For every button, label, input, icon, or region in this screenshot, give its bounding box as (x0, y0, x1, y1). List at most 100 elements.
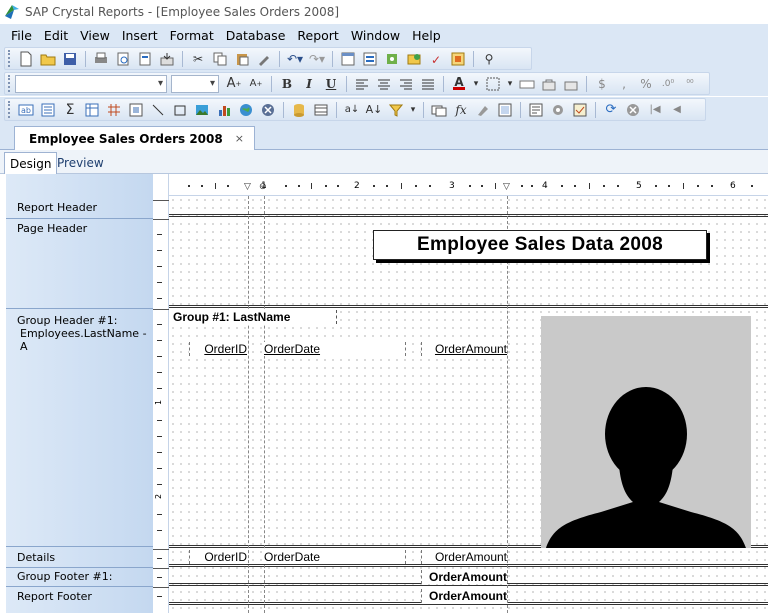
undo-icon[interactable]: ↶▾ (286, 50, 304, 68)
section-group-header[interactable]: Group Header #1: Employees.LastName - A (6, 309, 153, 547)
copy-icon[interactable] (211, 50, 229, 68)
save-icon[interactable] (61, 50, 79, 68)
menu-help[interactable]: Help (406, 28, 447, 43)
chevron-down-icon[interactable]: ▾ (472, 75, 480, 93)
italic-button[interactable]: I (300, 75, 318, 93)
first-page-icon[interactable]: |◀ (646, 101, 664, 119)
workbench-icon[interactable] (449, 50, 467, 68)
insert-text-object-icon[interactable]: ab (17, 101, 35, 119)
percent-button[interactable]: % (637, 75, 655, 93)
employee-photo[interactable] (541, 316, 751, 548)
template-expert-icon[interactable] (430, 101, 448, 119)
preview-icon[interactable] (114, 50, 132, 68)
menu-file[interactable]: File (5, 28, 38, 43)
section-details[interactable]: Details (6, 549, 153, 568)
group-name-field[interactable]: Group #1: LastName (171, 310, 337, 324)
align-left-icon[interactable] (353, 75, 371, 93)
open-icon[interactable] (39, 50, 57, 68)
check-report-icon[interactable] (571, 101, 589, 119)
menu-insert[interactable]: Insert (116, 28, 164, 43)
group-footer-order-amount-sum[interactable]: OrderAmount (421, 570, 507, 584)
font-color-button[interactable]: A (450, 75, 468, 93)
dependency-checker-icon[interactable]: ✓ (427, 50, 445, 68)
formula-workshop-icon[interactable]: fx (452, 101, 470, 119)
document-tab[interactable]: Employee Sales Orders 2008 × (14, 126, 255, 150)
section-group-footer[interactable]: Group Footer #1: (6, 568, 153, 587)
thousands-button[interactable]: , (615, 75, 633, 93)
menu-edit[interactable]: Edit (38, 28, 74, 43)
guide-marker-icon[interactable]: ▽ (503, 182, 510, 192)
chevron-down-icon[interactable]: ▾ (409, 101, 417, 119)
highlighting-expert-icon[interactable] (474, 101, 492, 119)
col-header-order-date[interactable]: OrderDate (264, 342, 406, 356)
col-header-order-id[interactable]: OrderID (189, 342, 247, 356)
design-canvas[interactable]: Employee Sales Data 2008 Group #1: LastN… (169, 196, 768, 613)
toolbar-grip[interactable] (8, 101, 11, 118)
underline-button[interactable]: U (322, 75, 340, 93)
borders-icon[interactable] (484, 75, 502, 93)
close-icon[interactable]: × (235, 132, 244, 145)
report-title-box[interactable]: Employee Sales Data 2008 (373, 230, 707, 260)
menu-window[interactable]: Window (345, 28, 406, 43)
section-report-header[interactable]: Report Header (6, 200, 153, 219)
repository-explorer-icon[interactable] (405, 50, 423, 68)
detail-order-amount[interactable]: OrderAmount (421, 550, 507, 564)
section-expert-icon[interactable] (312, 101, 330, 119)
sort-expert-icon[interactable]: a↓ (343, 101, 361, 119)
insert-crosstab-icon[interactable] (83, 101, 101, 119)
report-footer-order-amount-sum[interactable]: OrderAmount (421, 589, 507, 603)
refresh-icon[interactable]: ⟳ (602, 101, 620, 119)
redo-icon[interactable]: ↷▾ (308, 50, 326, 68)
format-painter-icon[interactable] (255, 50, 273, 68)
section-report-footer[interactable]: Report Footer (6, 587, 153, 613)
previous-page-icon[interactable]: ◀ (668, 101, 686, 119)
menu-database[interactable]: Database (220, 28, 292, 43)
band-separator[interactable] (169, 564, 768, 567)
paste-icon[interactable] (233, 50, 251, 68)
insert-map-icon[interactable] (237, 101, 255, 119)
align-right-icon[interactable] (397, 75, 415, 93)
report-explorer-icon[interactable] (383, 50, 401, 68)
insert-subreport-icon[interactable] (127, 101, 145, 119)
guide-marker-icon[interactable]: ▽ (244, 182, 251, 192)
cut-icon[interactable]: ✂ (189, 50, 207, 68)
insert-box-icon[interactable] (171, 101, 189, 119)
report-options-icon[interactable] (527, 101, 545, 119)
insert-group-icon[interactable] (39, 101, 57, 119)
bold-button[interactable]: B (278, 75, 296, 93)
toolbar-grip[interactable] (8, 50, 11, 67)
lock-size-icon[interactable] (562, 75, 580, 93)
band-separator[interactable] (169, 305, 768, 308)
insert-flash-icon[interactable] (259, 101, 277, 119)
section-page-header[interactable]: Page Header (6, 219, 153, 309)
currency-button[interactable]: $ (593, 75, 611, 93)
stop-icon[interactable] (624, 101, 642, 119)
grow-font-button[interactable]: A + (225, 75, 243, 93)
find-icon[interactable]: ⚲ (480, 50, 498, 68)
justify-icon[interactable] (419, 75, 437, 93)
menu-report[interactable]: Report (291, 28, 344, 43)
field-explorer-icon[interactable] (361, 50, 379, 68)
select-expert-icon[interactable] (387, 101, 405, 119)
increase-decimals-icon[interactable]: .0⁰ (659, 75, 677, 93)
insert-summary-icon[interactable]: Σ (61, 101, 79, 119)
suppress-icon[interactable] (518, 75, 536, 93)
col-header-order-amount[interactable]: OrderAmount (421, 342, 507, 356)
chevron-down-icon[interactable]: ▾ (506, 75, 514, 93)
database-expert-icon[interactable] (290, 101, 308, 119)
insert-picture-icon[interactable] (193, 101, 211, 119)
menu-view[interactable]: View (74, 28, 116, 43)
align-center-icon[interactable] (375, 75, 393, 93)
decrease-decimals-icon[interactable]: ⁰⁰ (681, 75, 699, 93)
settings-icon[interactable] (549, 101, 567, 119)
export-icon[interactable] (158, 50, 176, 68)
font-name-select[interactable] (15, 74, 167, 93)
band-separator[interactable] (169, 214, 768, 217)
font-size-select[interactable] (171, 74, 219, 93)
lock-format-icon[interactable] (540, 75, 558, 93)
group-tree-icon[interactable] (339, 50, 357, 68)
group-expert-icon[interactable] (496, 101, 514, 119)
new-icon[interactable] (17, 50, 35, 68)
tab-design[interactable]: Design (4, 152, 58, 174)
insert-olap-icon[interactable] (105, 101, 123, 119)
